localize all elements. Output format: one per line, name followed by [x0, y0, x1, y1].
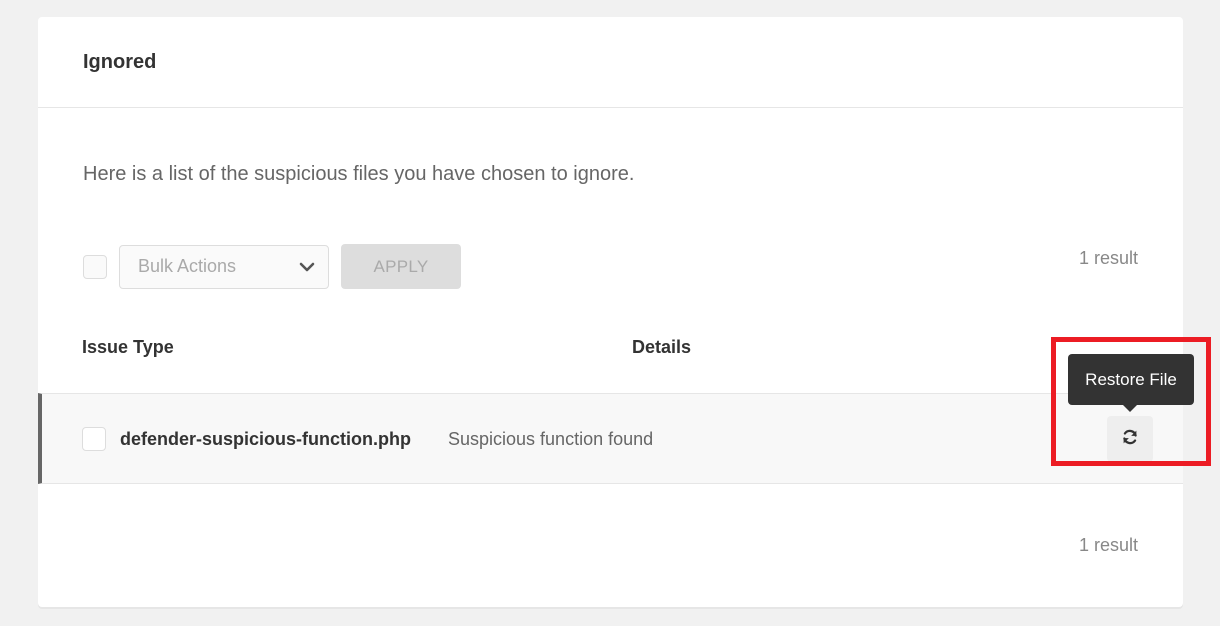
bulk-actions-select[interactable]: Bulk Actions [119, 244, 329, 289]
restore-file-tooltip: Restore File [1068, 354, 1194, 412]
result-count-bottom: 1 result [1078, 535, 1138, 555]
table-row: defender-suspicious-function.php Suspici… [38, 393, 1183, 484]
chevron-down-icon [298, 258, 316, 276]
card-title: Ignored [83, 50, 157, 73]
result-count-top: 1 result [1078, 248, 1138, 268]
file-name: defender-suspicious-function.php [120, 429, 411, 449]
card-header: Ignored [38, 17, 1183, 108]
ignored-card: Ignored Here is a list of the suspicious… [38, 17, 1183, 607]
row-checkbox[interactable] [82, 427, 106, 451]
apply-button[interactable]: APPLY [341, 244, 461, 289]
column-header-details: Details [632, 337, 692, 357]
refresh-icon [1121, 428, 1139, 451]
select-all-checkbox[interactable] [83, 254, 107, 279]
column-header-issue-type: Issue Type [82, 337, 174, 357]
row-details: Suspicious function found [448, 429, 654, 449]
restore-file-button[interactable] [1107, 416, 1153, 462]
intro-text: Here is a list of the suspicious files y… [83, 163, 635, 185]
bulk-actions-label: Bulk Actions [138, 256, 237, 276]
bulk-actions-bar: Bulk Actions APPLY [83, 244, 461, 289]
